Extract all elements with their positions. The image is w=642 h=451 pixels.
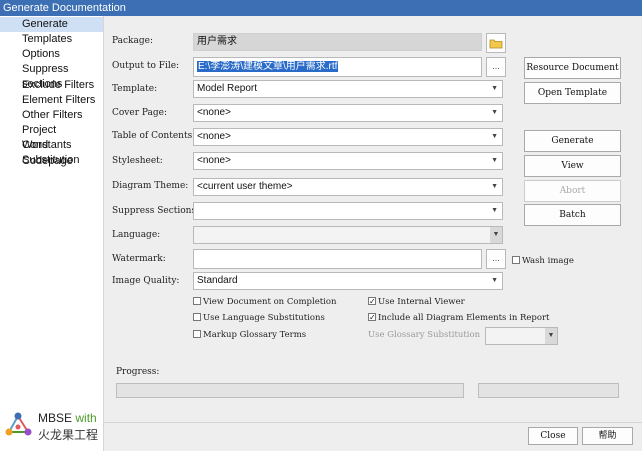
toc-label: Table of Contents: <box>112 131 196 141</box>
sidebar-item-exclude-filters[interactable]: Exclude Filters <box>0 78 103 93</box>
package-field: 用户需求 <box>193 33 482 51</box>
logo-mbse: MBSE <box>38 411 73 425</box>
chevron-down-icon: ▼ <box>491 85 498 92</box>
sidebar-item-codepage[interactable]: Codepage <box>0 154 103 169</box>
close-button[interactable]: Close <box>528 427 578 445</box>
chevron-down-icon: ▼ <box>491 207 498 214</box>
stylesheet-label: Stylesheet: <box>112 156 163 166</box>
sidebar-item-options[interactable]: Options <box>0 47 103 62</box>
suppress-sections-select[interactable]: ▼ <box>193 202 503 220</box>
package-folder-button[interactable] <box>486 33 506 53</box>
logo-subtitle: 火龙果工程 <box>38 428 99 442</box>
folder-icon <box>489 39 503 49</box>
view-document-label: View Document on Completion <box>203 297 337 307</box>
sidebar-item-generate[interactable]: Generate <box>0 17 103 32</box>
chevron-down-icon: ▼ <box>491 109 498 116</box>
resource-document-button[interactable]: Resource Document <box>524 57 621 79</box>
toc-select[interactable]: <none> ▼ <box>193 128 503 146</box>
chevron-down-icon: ▼ <box>491 133 498 140</box>
logo-with: with <box>75 411 97 425</box>
sidebar-item-templates[interactable]: Templates <box>0 32 103 47</box>
language-select[interactable]: ▼ <box>193 226 503 244</box>
internal-viewer-checkbox[interactable]: ✓ <box>368 297 376 306</box>
chevron-down-icon: ▼ <box>491 183 498 190</box>
window-title: Generate Documentation <box>3 2 126 14</box>
glossary-substitution-select[interactable]: ▼ <box>485 327 558 345</box>
suppress-label: Suppress Sections <box>112 206 197 216</box>
quality-value: Standard <box>197 275 238 286</box>
output-file-input[interactable]: E:\李澎涛\建模文章\用户需求.rtf <box>193 57 482 77</box>
theme-label: Diagram Theme: <box>112 181 189 191</box>
logo-text: MBSE with <box>38 411 97 425</box>
theme-value: <current user theme> <box>197 181 293 192</box>
chevron-down-icon: ▼ <box>545 328 557 344</box>
watermark-label: Watermark: <box>112 254 166 264</box>
progress-bar <box>116 383 464 398</box>
generate-button[interactable]: Generate <box>524 130 621 152</box>
include-all-elements-label: Include all Diagram Elements in Report <box>378 313 550 323</box>
footer-divider <box>104 422 642 423</box>
sidebar-item-word-substitution[interactable]: Word Substitution <box>0 138 103 166</box>
toc-value: <none> <box>197 131 231 142</box>
sidebar-item-suppress-sections[interactable]: Suppress sections <box>0 62 103 90</box>
mbse-logo-icon <box>5 412 32 436</box>
diagram-theme-select[interactable]: <current user theme> ▼ <box>193 178 503 196</box>
language-substitutions-label: Use Language Substitutions <box>203 313 325 323</box>
output-browse-button[interactable]: ... <box>486 57 506 77</box>
glossary-substitution-label: Use Glossary Substitution <box>368 330 481 340</box>
chevron-down-icon: ▼ <box>490 227 502 243</box>
abort-button[interactable]: Abort <box>524 180 621 202</box>
cover-label: Cover Page: <box>112 108 168 118</box>
quality-label: Image Quality: <box>112 276 180 286</box>
sidebar-item-other-filters[interactable]: Other Filters <box>0 108 103 123</box>
template-label: Template: <box>112 84 158 94</box>
stylesheet-value: <none> <box>197 155 231 166</box>
wash-image-checkbox[interactable] <box>512 256 520 264</box>
stylesheet-select[interactable]: <none> ▼ <box>193 152 503 170</box>
glossary-terms-checkbox[interactable] <box>193 330 201 338</box>
progress-label: Progress: <box>116 367 160 377</box>
batch-button[interactable]: Batch <box>524 204 621 226</box>
progress-status-bar <box>478 383 619 398</box>
window-title-bar: Generate Documentation <box>0 0 642 16</box>
chevron-down-icon: ▼ <box>491 277 498 284</box>
internal-viewer-label: Use Internal Viewer <box>378 297 465 307</box>
open-template-button[interactable]: Open Template <box>524 82 621 104</box>
sidebar-item-project-constants[interactable]: Project Constants <box>0 123 103 151</box>
sidebar: Generate Templates Options Suppress sect… <box>0 16 104 451</box>
view-button[interactable]: View <box>524 155 621 177</box>
image-quality-select[interactable]: Standard ▼ <box>193 272 503 290</box>
output-label: Output to File: <box>112 61 180 71</box>
help-button[interactable]: 帮助 <box>582 427 633 445</box>
watermark-browse-button[interactable]: ... <box>486 249 506 269</box>
cover-value: <none> <box>197 107 231 118</box>
package-label: Package: <box>112 36 153 46</box>
language-substitutions-checkbox[interactable] <box>193 313 201 321</box>
chevron-down-icon: ▼ <box>491 157 498 164</box>
output-file-value: E:\李澎涛\建模文章\用户需求.rtf <box>197 61 339 72</box>
glossary-terms-label: Markup Glossary Terms <box>203 330 307 340</box>
wash-image-label: Wash image <box>522 256 574 266</box>
view-document-checkbox[interactable] <box>193 297 201 305</box>
template-select[interactable]: Model Report ▼ <box>193 80 503 98</box>
watermark-input[interactable] <box>193 249 482 269</box>
language-label: Language: <box>112 230 161 240</box>
include-all-elements-checkbox[interactable]: ✓ <box>368 313 376 322</box>
sidebar-item-element-filters[interactable]: Element Filters <box>0 93 103 108</box>
cover-page-select[interactable]: <none> ▼ <box>193 104 503 122</box>
template-value: Model Report <box>197 83 258 94</box>
